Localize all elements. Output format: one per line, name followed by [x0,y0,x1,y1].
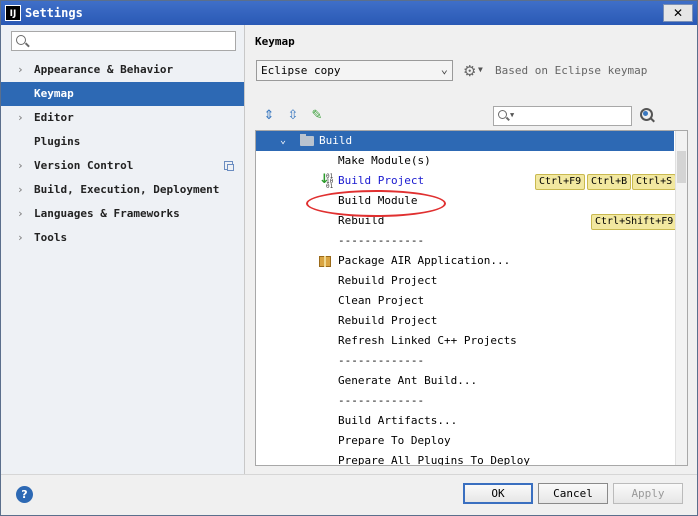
shortcut-badge: Ctrl+F9 [535,174,586,190]
separator-label: ------------- [338,354,425,367]
action-label: Package AIR Application... [338,254,511,267]
expand-arrow-icon: › [17,231,24,244]
tree-row-build-project[interactable]: ↓ 01 10 01 Build Project Ctrl+F9 Ctrl+B Ctr… [256,171,677,191]
sidebar-item-label: Languages & Frameworks [34,207,180,220]
ok-button[interactable]: OK [463,483,533,504]
scrollbar-thumb[interactable] [677,151,686,183]
tree-row-separator: ------------- [256,351,674,371]
chevron-down-icon: ⌄ [440,62,448,76]
expand-arrow-icon: › [17,111,24,124]
keymap-filter-input[interactable]: ▼ [493,106,632,126]
separator-label: ------------- [338,234,425,247]
folder-icon [300,134,314,146]
action-label: Prepare To Deploy [338,434,451,447]
action-label: Refresh Linked C++ Projects [338,334,517,347]
sidebar-item-keymap[interactable]: Keymap [1,82,244,106]
sidebar-item-label: Keymap [34,87,74,100]
action-label: Make Module(s) [338,154,431,167]
red-highlight-ellipse [306,190,446,217]
search-icon [498,110,507,119]
sidebar-item-build-execution-deployment[interactable]: › Build, Execution, Deployment [1,178,244,202]
collapse-all-icon[interactable]: ⇳ [285,108,301,124]
based-on-label: Based on Eclipse keymap [495,64,648,77]
action-label: Prepare All Plugins To Deploy [338,454,531,466]
tree-row-prepare-to-deploy[interactable]: Prepare To Deploy [256,431,674,451]
sidebar-item-label: Appearance & Behavior [34,63,174,76]
tree-row-rebuild-project[interactable]: Rebuild Project [256,271,674,291]
tree-group-label: Build [319,134,353,147]
collapse-caret-icon[interactable]: ⌄ [280,131,286,151]
tree-row-generate-ant-build[interactable]: Generate Ant Build... [256,371,674,391]
tree-row-rebuild[interactable]: Rebuild Ctrl+Shift+F9 [256,211,678,231]
sidebar-item-appearance-behavior[interactable]: › Appearance & Behavior [1,58,244,82]
gear-dropdown-arrow-icon[interactable]: ▼ [478,65,483,74]
sidebar-item-label: Plugins [34,135,81,148]
tree-row-make-modules[interactable]: Make Module(s) [256,151,674,171]
window-title: Settings [25,6,83,20]
keymap-action-tree[interactable]: ⌄ Build Make Module(s) ↓ 01 10 01 Build Pro… [255,130,688,466]
page-title: Keymap [255,35,295,48]
action-label: Rebuild Project [338,274,438,287]
expand-arrow-icon: › [17,159,24,172]
action-label: Build Artifacts... [338,414,458,427]
tree-row-rebuild-project-2[interactable]: Rebuild Project [256,311,674,331]
sidebar-item-label: Tools [34,231,68,244]
dialog-footer: ? OK Cancel Apply [1,474,697,515]
shortcut-badge: Ctrl+Shift+F9 [591,214,678,230]
expand-all-icon[interactable]: ⇕ [261,108,277,124]
find-by-shortcut-icon[interactable] [639,107,655,123]
keymap-dropdown[interactable]: Eclipse copy ⌄ [256,60,453,81]
settings-sidebar: › Appearance & Behavior Keymap › Editor … [1,25,245,474]
expand-arrow-icon: › [17,207,24,220]
search-icon [16,35,26,45]
sidebar-item-label: Build, Execution, Deployment [34,183,220,196]
intellij-app-icon: IJ [5,5,21,21]
tree-row-separator: ------------- [256,391,674,411]
edit-pencil-icon[interactable]: ✎ [309,108,325,124]
keymap-panel: Keymap Eclipse copy ⌄ ⚙ ▼ Based on Eclip… [245,25,697,474]
settings-window: IJ Settings ✕ › Appearance & Behavior Ke… [0,0,698,516]
action-label: Generate Ant Build... [338,374,478,387]
expand-arrow-icon: › [17,183,24,196]
package-box-icon [318,253,334,269]
build-binary-icon: ↓ 01 10 01 [319,172,334,190]
close-button[interactable]: ✕ [663,4,693,22]
separator-label: ------------- [338,394,425,407]
tree-row-refresh-linked-cpp-projects[interactable]: Refresh Linked C++ Projects [256,331,674,351]
shortcut-badge: Ctrl+B [587,174,632,190]
project-settings-icon [224,161,234,171]
settings-search-input[interactable] [11,31,236,51]
shortcut-badge: Ctrl+S [632,174,677,190]
sidebar-item-languages-frameworks[interactable]: › Languages & Frameworks [1,202,244,226]
tree-row-package-air-application[interactable]: Package AIR Application... [256,251,674,271]
title-bar[interactable]: IJ Settings ✕ [1,1,697,25]
tree-scrollbar[interactable] [675,131,687,465]
help-button[interactable]: ? [16,486,33,503]
expand-arrow-icon: › [17,63,24,76]
sidebar-item-label: Version Control [34,159,134,172]
search-options-arrow-icon[interactable]: ▼ [510,111,514,119]
tree-row-clean-project[interactable]: Clean Project [256,291,674,311]
tree-group-build[interactable]: ⌄ Build [256,131,674,151]
keymap-dropdown-value: Eclipse copy [261,64,341,77]
action-label: Build Project [338,174,425,187]
sidebar-item-editor[interactable]: › Editor [1,106,244,130]
tree-row-build-artifacts[interactable]: Build Artifacts... [256,411,674,431]
tree-row-prepare-all-plugins-to-deploy[interactable]: Prepare All Plugins To Deploy [256,451,674,466]
sidebar-item-tools[interactable]: › Tools [1,226,244,250]
gear-icon[interactable]: ⚙ [463,62,476,80]
cancel-button[interactable]: Cancel [538,483,608,504]
sidebar-item-label: Editor [34,111,74,124]
tree-row-separator: ------------- [256,231,674,251]
sidebar-item-version-control[interactable]: › Version Control [1,154,244,178]
sidebar-item-plugins[interactable]: Plugins [1,130,244,154]
action-label: Clean Project [338,294,425,307]
action-label: Rebuild Project [338,314,438,327]
apply-button[interactable]: Apply [613,483,683,504]
